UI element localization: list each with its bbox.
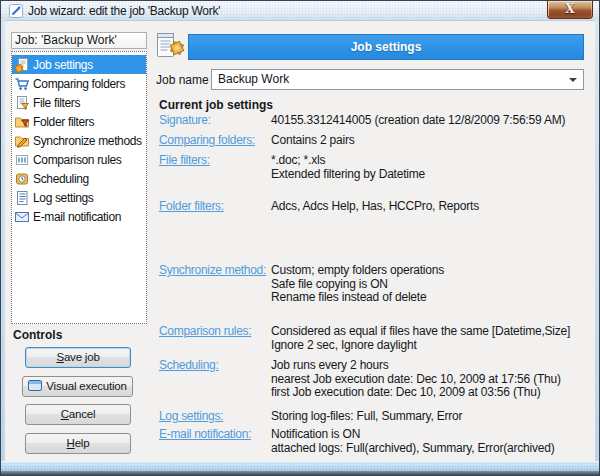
sidebar-item-synchronize-methods[interactable]: Synchronize methods (12, 131, 146, 150)
file-filters-icon (14, 95, 30, 111)
comparison-rules-value: Ignore 2 sec, Ignore daylight (271, 339, 586, 353)
synchronize-method-link[interactable]: Synchronize method: (159, 264, 266, 278)
sidebar-item-email-notification[interactable]: E-mail notification (12, 207, 146, 226)
window-frame-bottom-edge (1, 471, 599, 475)
combo-dropdown-arrow[interactable] (569, 78, 577, 82)
email-notification-value: Notification is ON (271, 428, 586, 442)
sidebar-item-label: Job settings (33, 58, 93, 72)
signature-value: 40155.3312414005 (creation date 12/8/200… (271, 114, 586, 128)
current-job-label: Job: 'Backup Work' (11, 32, 147, 49)
job-name-value: Backup Work (218, 72, 289, 86)
email-notification-icon (14, 209, 30, 225)
file-filters-link[interactable]: File filters: (159, 154, 210, 168)
save-job-button[interactable]: Save job (25, 347, 131, 368)
sidebar-item-file-filters[interactable]: File filters (12, 93, 146, 112)
wizard-nav-list[interactable]: Job settings Comparing folders File filt… (11, 51, 147, 324)
window-title: Job wizard: edit the job 'Backup Work' (28, 4, 220, 18)
scheduling-value: first Job execution date: Dec 10, 2009 a… (271, 386, 586, 400)
current-job-settings-heading: Current job settings (159, 98, 273, 112)
job-wizard-dialog: Job wizard: edit the job 'Backup Work' X… (0, 0, 600, 476)
comparison-rules-icon (14, 152, 30, 168)
email-notification-value: attached logs: Full(archived), Summary, … (271, 442, 586, 456)
sidebar-item-log-settings[interactable]: Log settings (12, 188, 146, 207)
synchronize-method-value: Rename files instead of delete (271, 291, 586, 305)
job-name-label: Job name (156, 73, 209, 87)
comparison-rules-value: Considered as equal if files have the sa… (271, 325, 586, 339)
window-frame-right (595, 20, 599, 471)
folder-filters-link[interactable]: Folder filters: (159, 200, 224, 214)
window-frame-bottom (1, 461, 599, 471)
comparison-rules-link[interactable]: Comparison rules: (159, 325, 251, 339)
log-settings-icon (14, 190, 30, 206)
job-settings-icon (14, 57, 30, 73)
sidebar-item-job-settings[interactable]: Job settings (12, 55, 146, 74)
job-settings-page-icon (153, 31, 185, 62)
folder-filters-icon (14, 114, 30, 130)
comparing-folders-link[interactable]: Comparing folders: (159, 134, 255, 148)
comparing-folders-value: Contains 2 pairs (271, 134, 586, 148)
controls-group-label: Controls (13, 328, 62, 342)
sidebar-item-scheduling[interactable]: Scheduling (12, 169, 146, 188)
visual-execution-button[interactable]: Visual execution (22, 376, 133, 397)
sidebar-item-label: Scheduling (33, 172, 89, 186)
help-button[interactable]: Help (25, 433, 131, 454)
synchronize-method-value: Custom; empty folders operations (271, 264, 586, 278)
window-frame-left (1, 20, 5, 471)
log-settings-value: Storing log-files: Full, Summary, Error (271, 410, 586, 424)
cancel-button[interactable]: Cancel (25, 404, 131, 425)
sidebar-item-label: Comparing folders (33, 77, 125, 91)
scheduling-value: nearest Job execution date: Dec 10, 2009… (271, 373, 586, 387)
sidebar-item-comparing-folders[interactable]: Comparing folders (12, 74, 146, 93)
sidebar-item-label: Folder filters (33, 115, 94, 129)
synchronize-methods-icon (14, 133, 30, 149)
email-notification-link[interactable]: E-mail notification: (159, 428, 251, 442)
sidebar-item-label: File filters (33, 96, 80, 110)
titlebar[interactable]: Job wizard: edit the job 'Backup Work' X (1, 1, 599, 21)
scheduling-value: Job runs every 2 hours (271, 359, 586, 373)
edit-job-icon (9, 4, 23, 18)
sidebar-item-folder-filters[interactable]: Folder filters (12, 112, 146, 131)
job-name-combobox[interactable]: Backup Work (211, 69, 584, 90)
log-settings-link[interactable]: Log settings: (159, 410, 223, 424)
visual-execution-icon (28, 380, 42, 392)
file-filters-value: *.doc; *.xls (271, 154, 586, 168)
scheduling-icon (14, 171, 30, 187)
close-button[interactable]: X (547, 1, 593, 19)
file-filters-value: Extended filtering by Datetime (271, 168, 586, 182)
sidebar-item-label: Comparison rules (33, 153, 121, 167)
scheduling-link[interactable]: Scheduling: (159, 359, 218, 373)
sidebar-item-label: Synchronize methods (33, 134, 142, 148)
page-title: Job settings (188, 34, 584, 60)
comparing-folders-icon (14, 76, 30, 92)
synchronize-method-value: Safe file copying is ON (271, 278, 586, 292)
sidebar-item-label: E-mail notification (33, 210, 121, 224)
folder-filters-value: Adcs, Adcs Help, Has, HCCPro, Reports (271, 200, 586, 214)
sidebar-item-comparison-rules[interactable]: Comparison rules (12, 150, 146, 169)
sidebar-item-label: Log settings (33, 191, 94, 205)
signature-label[interactable]: Signature: (159, 114, 211, 128)
